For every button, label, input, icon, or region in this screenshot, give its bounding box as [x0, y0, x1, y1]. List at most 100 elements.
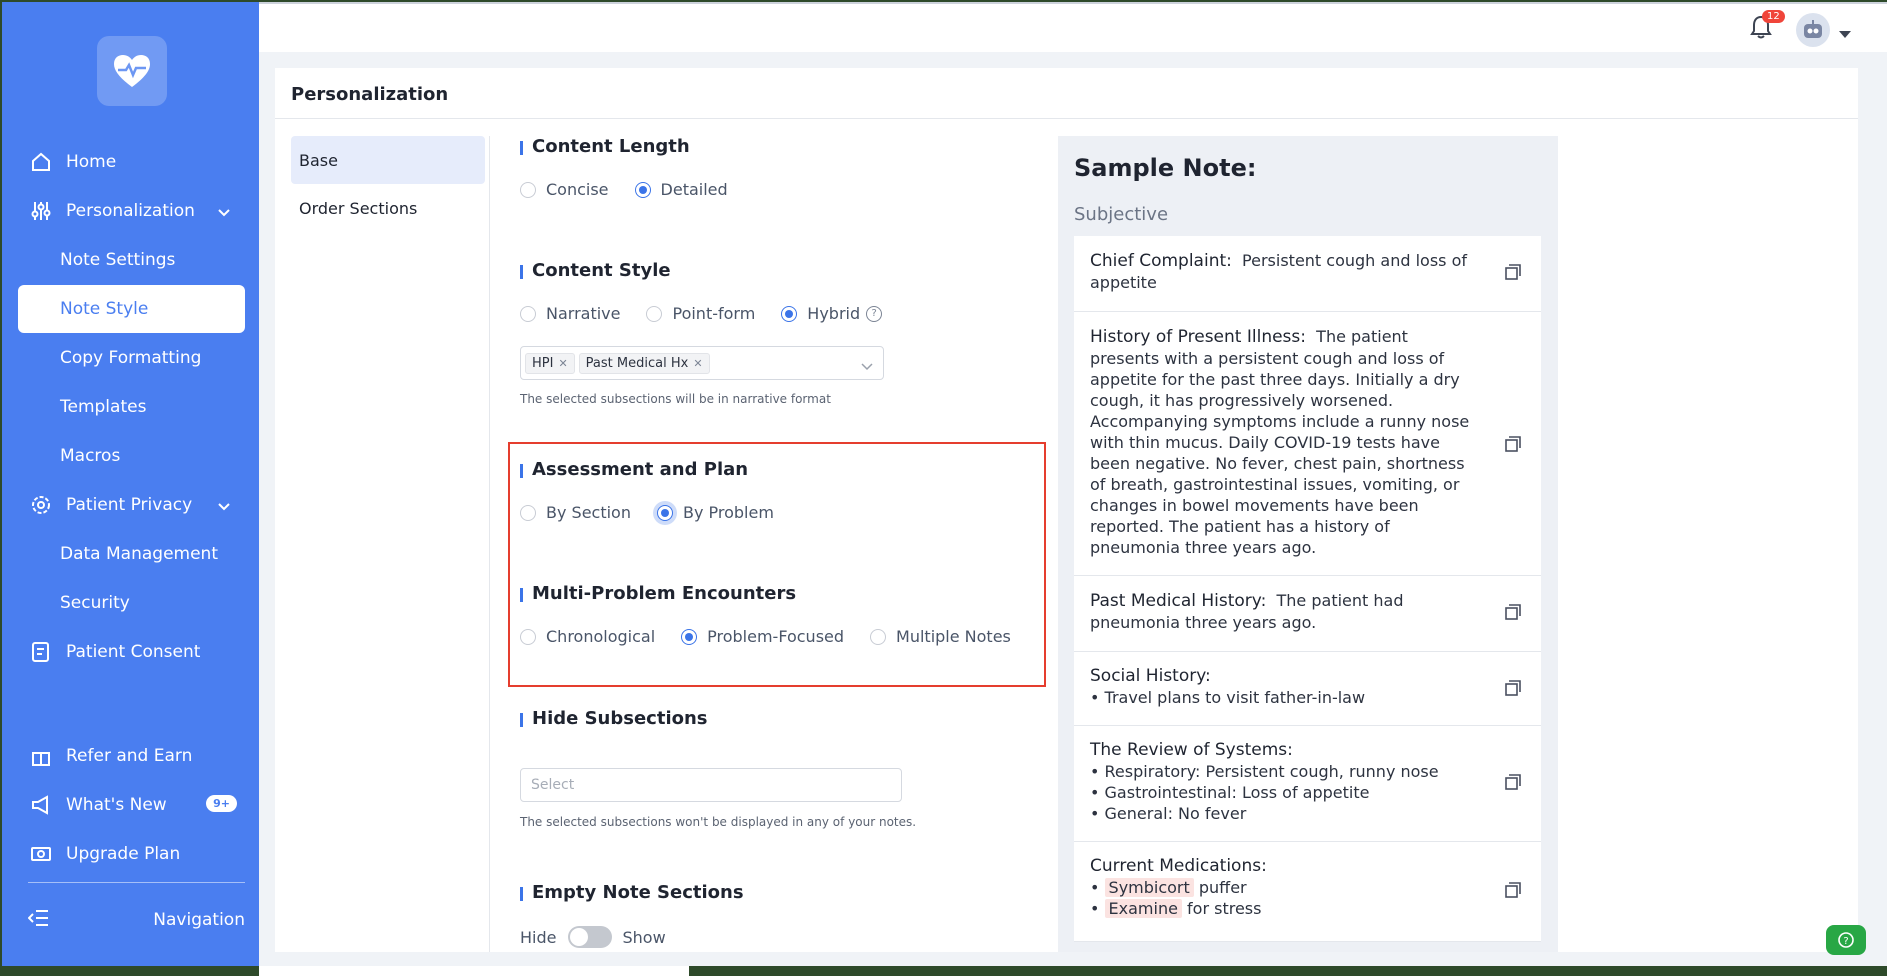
- empty-note-sections-title: Empty Note Sections: [520, 882, 744, 903]
- navigation-collapse-button[interactable]: Navigation: [27, 902, 245, 938]
- radio-detailed[interactable]: Detailed: [634, 180, 728, 199]
- note-item-current-medications: Current Medications: • Symbicort puffer …: [1074, 842, 1541, 942]
- narrative-subsections-select[interactable]: HPI ✕ Past Medical Hx ✕: [520, 346, 884, 380]
- sidebar-item-note-settings[interactable]: Note Settings: [18, 236, 245, 284]
- avatar[interactable]: [1796, 13, 1830, 47]
- sidebar-item-refer-and-earn[interactable]: Refer and Earn: [18, 732, 245, 780]
- personalization-subnav: Base Order Sections: [291, 136, 485, 232]
- sidebar-item-templates[interactable]: Templates: [18, 383, 245, 431]
- sample-note-panel: Sample Note: Subjective Chief Complaint:…: [1058, 136, 1558, 952]
- sidebar-divider: [28, 882, 245, 883]
- narrative-hint: The selected subsections will be in narr…: [520, 392, 831, 406]
- sample-note-title: Sample Note:: [1074, 154, 1257, 182]
- caret-down-icon[interactable]: [1839, 24, 1851, 43]
- radio-hybrid[interactable]: Hybrid?: [781, 304, 883, 323]
- sidebar-item-label: Note Settings: [60, 250, 176, 270]
- radio-label: Hybrid: [807, 304, 861, 323]
- radio-circle: [781, 305, 798, 322]
- gear-icon: [28, 492, 54, 518]
- chevron-down-icon: [217, 497, 231, 517]
- note-item-hpi: History of Present Illness: The patient …: [1074, 312, 1541, 576]
- note-item-past-medical-history: Past Medical History: The patient had pn…: [1074, 576, 1541, 652]
- note-item-label: The Review of Systems:: [1090, 740, 1293, 760]
- copy-icon[interactable]: [1503, 602, 1523, 622]
- note-item-label: Social History:: [1090, 666, 1211, 686]
- home-icon: [28, 149, 54, 175]
- sidebar-item-note-style[interactable]: Note Style: [18, 285, 245, 333]
- notification-count-badge: 12: [1762, 10, 1785, 23]
- note-bullet: • General: No fever: [1090, 804, 1247, 823]
- sidebar-item-upgrade-plan[interactable]: Upgrade Plan: [18, 830, 245, 878]
- radio-label: Detailed: [660, 180, 728, 199]
- radio-circle: [634, 181, 651, 198]
- med-line: • Symbicort puffer: [1090, 878, 1247, 897]
- hide-subsections-hint: The selected subsections won't be displa…: [520, 815, 917, 829]
- question-icon: ?: [1838, 932, 1854, 948]
- note-item-label: Current Medications:: [1090, 856, 1267, 876]
- toggle-on-label: Show: [622, 927, 666, 947]
- page-title: Personalization: [291, 84, 449, 105]
- note-item-chief-complaint: Chief Complaint: Persistent cough and lo…: [1074, 236, 1541, 312]
- med-name[interactable]: Symbicort: [1104, 878, 1194, 897]
- sidebar-item-macros[interactable]: Macros: [18, 432, 245, 480]
- heart-pulse-icon: [114, 55, 150, 87]
- sidebar-item-copy-formatting[interactable]: Copy Formatting: [18, 334, 245, 382]
- sidebar: Home Personalization Note Settings Note …: [2, 2, 259, 966]
- empty-sections-toggle-row: Hide Show: [520, 926, 666, 948]
- top-bar: 12: [259, 2, 1887, 52]
- med-name[interactable]: Examine: [1104, 899, 1182, 918]
- radio-circle: [520, 181, 536, 198]
- copy-icon[interactable]: [1503, 262, 1523, 282]
- help-chat-button[interactable]: ?: [1826, 925, 1866, 955]
- content-style-options: Narrative Point-form Hybrid?: [520, 304, 908, 323]
- radio-circle: [520, 305, 536, 322]
- sidebar-item-label: Upgrade Plan: [66, 844, 181, 864]
- header-divider: [275, 118, 1858, 119]
- sidebar-item-personalization[interactable]: Personalization: [18, 187, 245, 235]
- note-item-label: Past Medical History:: [1090, 591, 1267, 611]
- subnav-divider: [489, 136, 490, 952]
- hide-subsections-select[interactable]: Select: [520, 768, 902, 802]
- main-area: 12 Personalization Base Order Sections C…: [259, 2, 1887, 966]
- hide-subsections-title: Hide Subsections: [520, 708, 708, 729]
- help-icon[interactable]: ?: [866, 305, 883, 322]
- sidebar-item-home[interactable]: Home: [18, 138, 245, 186]
- tag-label: Past Medical Hx: [585, 355, 689, 371]
- note-item-label: History of Present Illness:: [1090, 327, 1306, 347]
- radio-narrative[interactable]: Narrative: [520, 304, 620, 323]
- radio-point-form[interactable]: Point-form: [646, 304, 755, 323]
- copy-icon[interactable]: [1503, 434, 1523, 454]
- radio-concise[interactable]: Concise: [520, 180, 609, 199]
- subnav-item-order-sections[interactable]: Order Sections: [291, 184, 485, 232]
- note-item-label: Chief Complaint:: [1090, 251, 1232, 271]
- sidebar-item-data-management[interactable]: Data Management: [18, 530, 245, 578]
- sidebar-item-label: Security: [60, 593, 130, 613]
- copy-icon[interactable]: [1503, 772, 1523, 792]
- sidebar-item-patient-consent[interactable]: Patient Consent: [18, 628, 245, 676]
- whats-new-badge: 9+: [206, 795, 237, 812]
- remove-tag-icon[interactable]: ✕: [558, 357, 567, 370]
- sidebar-item-patient-privacy[interactable]: Patient Privacy: [18, 481, 245, 529]
- radio-label: Narrative: [546, 304, 621, 323]
- highlight-annotation-box: [508, 442, 1046, 687]
- sample-note-list: Chief Complaint: Persistent cough and lo…: [1074, 236, 1541, 942]
- sample-note-section: Subjective: [1074, 204, 1169, 225]
- sidebar-item-label: Refer and Earn: [66, 746, 193, 766]
- sidebar-item-whats-new[interactable]: What's New 9+: [18, 781, 245, 829]
- copy-icon[interactable]: [1503, 880, 1523, 900]
- bottom-strip: [259, 966, 689, 976]
- remove-tag-icon[interactable]: ✕: [693, 357, 702, 370]
- megaphone-icon: [28, 792, 54, 818]
- app-logo[interactable]: [97, 36, 167, 106]
- copy-icon[interactable]: [1503, 678, 1523, 698]
- sidebar-item-label: Patient Privacy: [66, 495, 193, 515]
- note-bullet: • Gastrointestinal: Loss of appetite: [1090, 783, 1370, 802]
- note-item-text: The patient presents with a persistent c…: [1090, 327, 1470, 557]
- sidebar-item-security[interactable]: Security: [18, 579, 245, 627]
- subnav-item-base[interactable]: Base: [291, 136, 485, 184]
- empty-sections-toggle[interactable]: [568, 926, 613, 948]
- sidebar-item-label: Personalization: [66, 201, 195, 221]
- note-item-social-history: Social History: • Travel plans to visit …: [1074, 652, 1541, 726]
- med-note: puffer: [1198, 878, 1247, 897]
- note-item-review-of-systems: The Review of Systems: • Respiratory: Pe…: [1074, 726, 1541, 842]
